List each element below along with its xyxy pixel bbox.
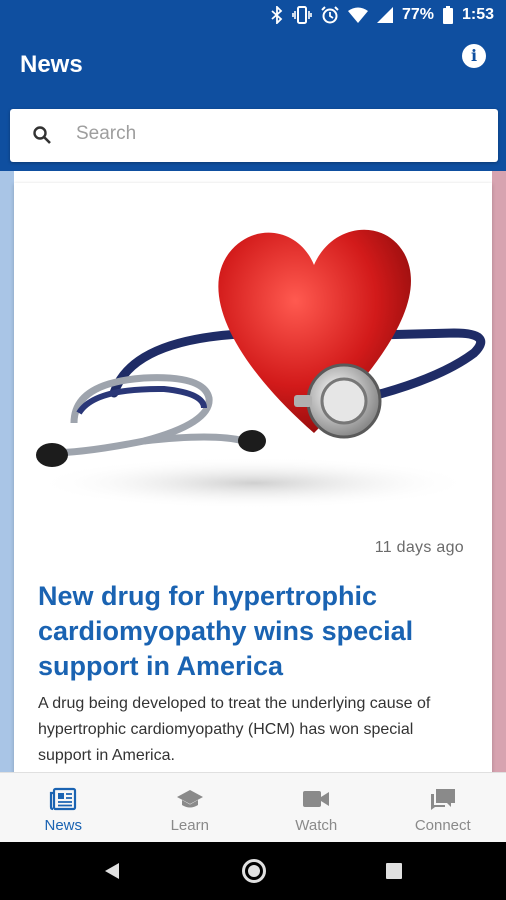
search-input[interactable] [76, 123, 476, 145]
back-icon[interactable] [104, 862, 120, 885]
news-feed[interactable]: 11 days ago New drug for hypertrophic ca… [0, 171, 506, 772]
bluetooth-icon [271, 6, 283, 24]
search-icon [32, 125, 52, 150]
battery-level: 77% [401, 6, 434, 23]
newspaper-icon [0, 787, 127, 811]
alarm-icon [321, 6, 339, 24]
status-icons: 77% 1:53 [271, 6, 494, 24]
system-navigation-bar [0, 842, 506, 900]
clock-time: 1:53 [461, 6, 494, 23]
tab-learn[interactable]: Learn [127, 773, 254, 842]
heart-stethoscope-image[interactable] [14, 183, 492, 513]
page-title: News [20, 51, 83, 78]
search-box[interactable] [10, 109, 498, 162]
tab-connect-label: Connect [414, 817, 471, 834]
tab-news-label: News [44, 817, 82, 834]
search-container [0, 99, 506, 171]
status-bar: 77% 1:53 [0, 0, 506, 33]
battery-icon [442, 6, 453, 24]
tab-connect[interactable]: Connect [380, 773, 506, 842]
recent-apps-icon[interactable] [386, 863, 402, 879]
tab-learn-label: Learn [170, 817, 209, 834]
graduation-cap-icon [127, 787, 254, 811]
article-summary: A drug being developed to treat the unde… [38, 695, 431, 764]
bottom-navigation: News Learn Watch Connect [0, 772, 506, 842]
article-headline[interactable]: New drug for hypertrophic cardiomyopathy… [38, 579, 458, 684]
app-bar: News i [0, 33, 506, 99]
video-camera-icon [253, 787, 380, 811]
wifi-icon [347, 7, 368, 23]
info-icon[interactable]: i [462, 44, 486, 68]
tab-watch[interactable]: Watch [253, 773, 380, 842]
article-date: 11 days ago [374, 539, 464, 556]
home-icon[interactable] [242, 859, 266, 883]
signal-icon [376, 7, 393, 23]
tab-watch-label: Watch [295, 817, 338, 834]
chat-icon [380, 787, 506, 811]
tab-news[interactable]: News [0, 773, 127, 842]
vibrate-icon [292, 6, 312, 24]
article-card[interactable]: 11 days ago New drug for hypertrophic ca… [14, 183, 492, 772]
